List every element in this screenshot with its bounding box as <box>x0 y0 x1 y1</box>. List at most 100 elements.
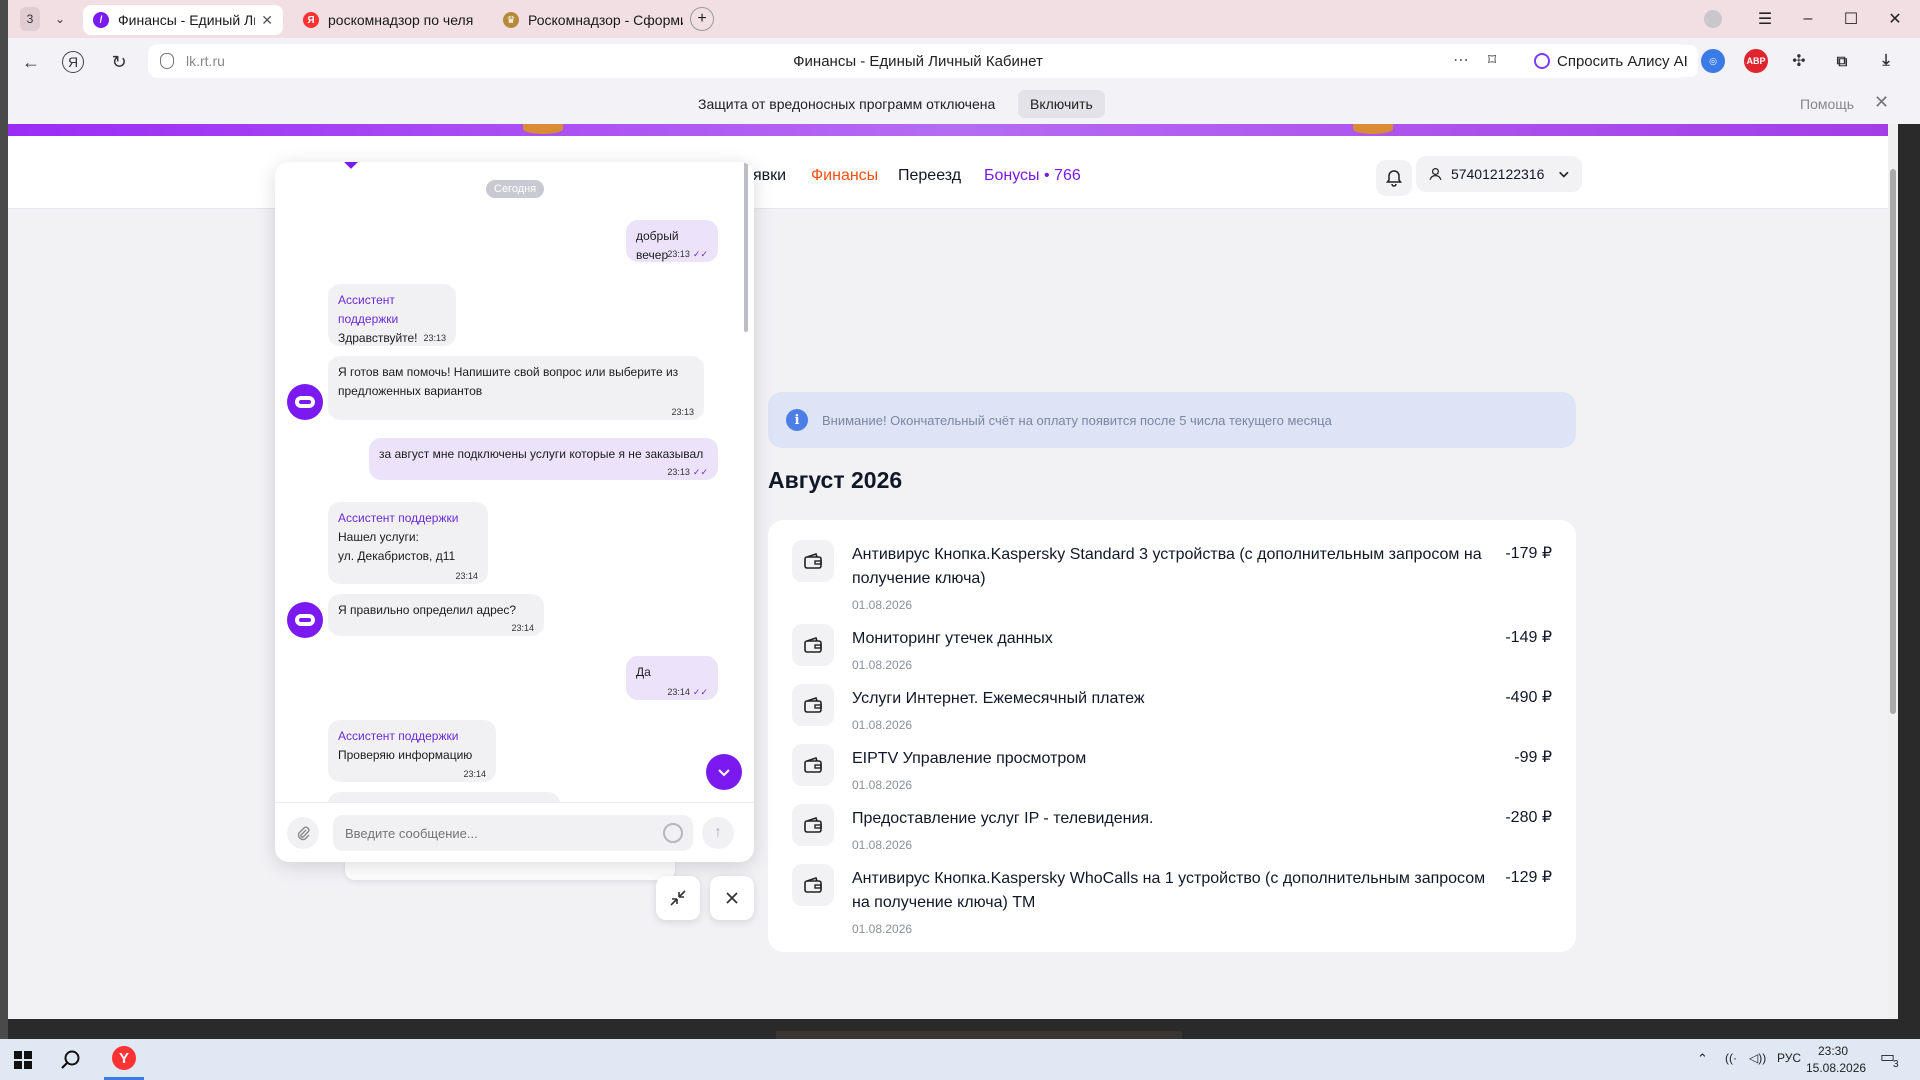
nav-finance[interactable]: Финансы <box>811 167 878 185</box>
adblock-icon[interactable]: ABP <box>1744 49 1768 73</box>
clock-date[interactable]: 15.08.2026 <box>1806 1061 1866 1075</box>
help-link[interactable]: Помощь <box>1800 96 1854 112</box>
user-icon <box>1429 167 1442 181</box>
extensions-puzzle-icon[interactable]: ✣ <box>1787 49 1811 73</box>
transaction-name: Мониторинг утечек данных <box>852 630 1053 647</box>
chat-shadow-card <box>345 860 675 880</box>
tab-rkn[interactable]: ♛ Роскомнадзор - Сформировать <box>493 5 693 35</box>
menu-icon[interactable]: ☰ <box>1752 6 1778 32</box>
transaction-row[interactable]: EIPTV Управление просмотром 01.08.2026 -… <box>792 744 1552 792</box>
collapse-chat-button[interactable] <box>656 876 700 920</box>
banner-art <box>1353 124 1393 134</box>
alice-label: Спросить Алису AI <box>1557 52 1688 70</box>
attach-paperclip-icon[interactable] <box>287 817 319 849</box>
page-scrollbar-thumb[interactable] <box>1890 169 1896 714</box>
ask-alice-button[interactable]: Спросить Алису AI <box>1524 45 1698 77</box>
transaction-name: Услуги Интернет. Ежемесячный платеж <box>852 690 1145 707</box>
tab-close-icon[interactable]: ✕ <box>261 12 273 29</box>
network-icon[interactable]: ((· <box>1725 1051 1737 1065</box>
message-text: Да <box>636 665 651 679</box>
emoji-icon[interactable] <box>663 823 683 843</box>
yandex-home-icon[interactable]: Я <box>62 51 84 73</box>
chevron-down-icon <box>718 769 730 777</box>
transaction-row[interactable]: Услуги Интернет. Ежемесячный платеж 01.0… <box>792 684 1552 732</box>
read-check-icon: ✓✓ <box>692 687 708 697</box>
tray-chevron-icon[interactable]: ⌃ <box>1697 1051 1708 1067</box>
bookmark-icon[interactable]: ⌑ <box>1488 50 1496 70</box>
message-address: ул. Декабристов, д11 <box>338 549 456 563</box>
transaction-row[interactable]: Мониторинг утечек данных 01.08.2026 -149… <box>792 624 1552 672</box>
assistant-message: Я готов вам помочь! Напишите свой вопрос… <box>328 356 704 420</box>
transaction-amount: -99 ₽ <box>1514 749 1552 766</box>
send-button[interactable]: ↑ <box>702 817 734 849</box>
read-check-icon: ✓✓ <box>692 249 708 259</box>
collections-icon[interactable]: ⧉ <box>1830 49 1854 73</box>
transaction-amount: -149 ₽ <box>1505 629 1552 646</box>
assistant-name: Ассистент поддержки <box>338 293 399 326</box>
transaction-row[interactable]: Предоставление услуг IP - телевидения. 0… <box>792 804 1552 852</box>
account-selector[interactable]: 574012122316 <box>1416 156 1582 192</box>
more-dots-icon[interactable]: ⋯ <box>1453 50 1469 70</box>
nav-requests[interactable]: явки <box>753 167 786 185</box>
tab-finance[interactable]: / Финансы - Единый Личный Кабинет ✕ <box>83 5 283 35</box>
transaction-date: 01.08.2026 <box>852 922 913 936</box>
tab-search[interactable]: Я роскомнадзор по челябинской <box>293 5 483 35</box>
collapse-arrows-icon <box>670 890 686 906</box>
scroll-down-button[interactable] <box>706 754 742 790</box>
profile-icon[interactable] <box>1700 6 1726 32</box>
reload-icon[interactable]: ↻ <box>106 49 132 75</box>
close-chat-button[interactable] <box>710 876 754 920</box>
assistant-message: Ассистент поддержки Нашел услуги: ул. Де… <box>328 502 488 584</box>
security-infobar: Защита от вредоносных программ отключена… <box>8 84 1920 124</box>
date-separator: Сегодня <box>486 180 545 198</box>
assistant-message: Ассистент поддержки Здравствуйте! 23:13 <box>328 284 456 346</box>
language-indicator[interactable]: РУС <box>1777 1051 1801 1065</box>
message-time: 23:14 ✓✓ <box>667 687 708 697</box>
emblem-favicon-icon: ♛ <box>503 12 519 28</box>
window-close-icon[interactable]: ✕ <box>1882 6 1908 32</box>
assistant-name: Ассистент поддержки <box>338 729 459 743</box>
transaction-name: Предоставление услуг IP - телевидения. <box>852 810 1154 827</box>
wallet-icon <box>792 804 834 846</box>
chat-scrollbar-thumb[interactable] <box>744 162 748 332</box>
transaction-row[interactable]: Антивирус Кнопка.Kaspersky WhoCalls на 1… <box>792 864 1552 936</box>
close-icon <box>726 892 738 904</box>
transaction-amount: -280 ₽ <box>1505 809 1552 826</box>
message-time: 23:14 <box>511 623 534 633</box>
yandex-browser-taskbar-icon[interactable]: Y <box>104 1039 144 1080</box>
assistant-message-partial <box>328 792 560 802</box>
search-icon[interactable] <box>60 1049 82 1076</box>
address-bar: ← Я ↻ lk.rt.ru Финансы - Единый Личный К… <box>8 38 1920 84</box>
bot-avatar <box>287 384 323 420</box>
message-text: Нашел услуги: <box>338 530 419 544</box>
transaction-row[interactable]: Антивирус Кнопка.Kaspersky Standard 3 ус… <box>792 540 1552 612</box>
tab-list-chevron-icon[interactable]: ⌄ <box>50 7 70 31</box>
nav-bonuses[interactable]: Бонусы • 766 <box>984 167 1081 185</box>
message-input[interactable] <box>333 815 693 851</box>
notifications-bell-icon[interactable] <box>1376 160 1412 196</box>
enable-protection-button[interactable]: Включить <box>1018 90 1105 118</box>
notice-text: Внимание! Окончательный счёт на оплату п… <box>822 412 1332 428</box>
screen: 3 ⌄ / Финансы - Единый Личный Кабинет ✕ … <box>0 0 1920 1080</box>
wallet-icon <box>792 624 834 666</box>
transaction-amount: -129 ₽ <box>1505 869 1552 886</box>
minimize-icon[interactable]: – <box>1795 6 1821 32</box>
promo-banner[interactable] <box>8 124 1898 136</box>
downloads-icon[interactable]: ⤓ <box>1874 49 1898 73</box>
extension-globe-icon[interactable]: ◎ <box>1701 49 1725 73</box>
volume-icon[interactable]: ◁)) <box>1749 1051 1766 1065</box>
infobar-close-icon[interactable]: ✕ <box>1874 92 1889 113</box>
url-field[interactable]: lk.rt.ru Финансы - Единый Личный Кабинет… <box>148 44 1688 78</box>
desktop-edge <box>0 0 8 1039</box>
chat-messages[interactable]: Сегодня добрый вечер 23:13 ✓✓ Ассистент п… <box>275 162 754 802</box>
clock-time[interactable]: 23:30 <box>1818 1044 1848 1058</box>
new-tab-plus-icon[interactable]: + <box>690 7 714 31</box>
windows-start-icon[interactable] <box>14 1051 32 1074</box>
maximize-icon[interactable]: ☐ <box>1838 6 1864 32</box>
tab-count-badge[interactable]: 3 <box>20 7 40 31</box>
account-number: 574012122316 <box>1450 166 1545 182</box>
nav-move[interactable]: Переезд <box>898 167 961 185</box>
transaction-date: 01.08.2026 <box>852 778 913 792</box>
url-text: lk.rt.ru <box>186 53 225 69</box>
back-arrow-icon[interactable]: ← <box>18 49 44 75</box>
